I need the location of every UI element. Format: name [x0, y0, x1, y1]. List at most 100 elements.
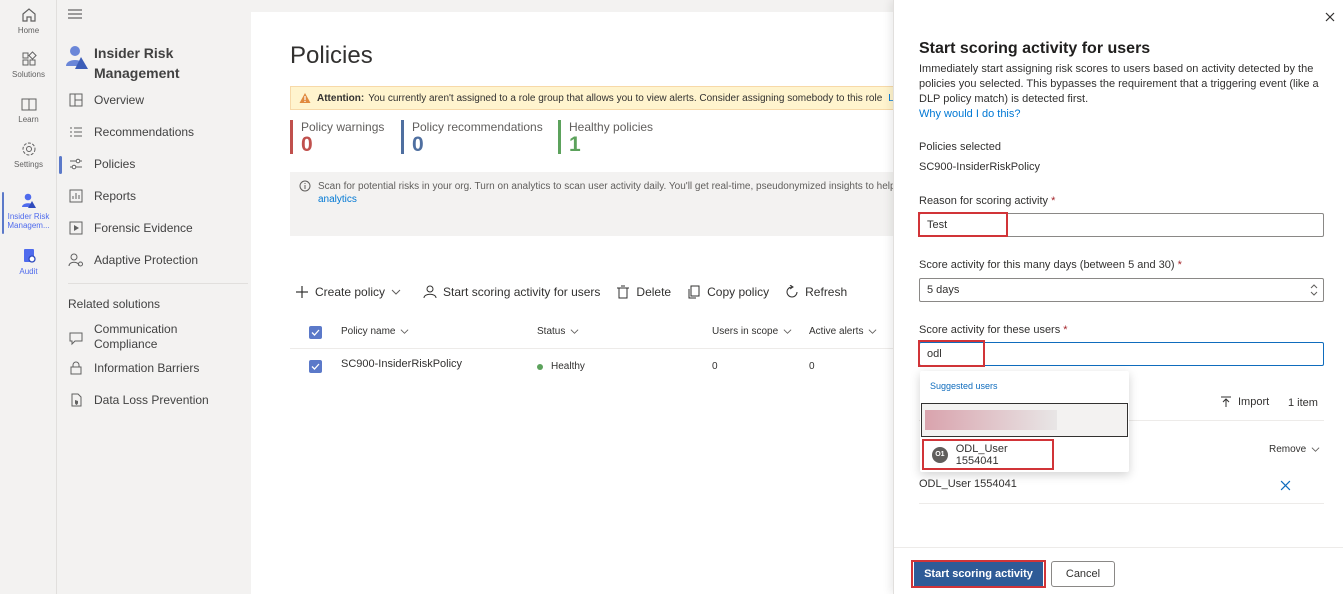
- nav-item-recommendations-label: Recommendations: [94, 125, 195, 139]
- days-label-text: Score activity for this many days (betwe…: [919, 259, 1175, 271]
- nav-item-communication-compliance[interactable]: Communication Compliance: [68, 322, 248, 352]
- nav-item-policies[interactable]: Policies: [59, 150, 248, 178]
- warning-icon: [299, 93, 311, 103]
- cancel-button[interactable]: Cancel: [1051, 561, 1115, 587]
- remove-user-icon[interactable]: [1280, 480, 1291, 491]
- column-policy-name[interactable]: Policy name: [341, 326, 409, 337]
- chevron-down-icon: [783, 329, 792, 334]
- list-icon: [70, 127, 82, 137]
- plus-icon: [296, 286, 308, 298]
- user-avatar: O1: [932, 446, 948, 463]
- column-active-alerts[interactable]: Active alerts: [809, 326, 877, 337]
- audit-icon: [23, 249, 36, 263]
- suggested-user-option[interactable]: O1 ODL_User 1554041: [922, 439, 1054, 470]
- kpi-healthy-policies[interactable]: Healthy policies 1: [558, 120, 654, 156]
- remove-button[interactable]: Remove: [1269, 444, 1320, 455]
- suggested-users-heading: Suggested users: [930, 381, 998, 391]
- start-scoring-activity-button[interactable]: Start scoring activity: [914, 562, 1043, 586]
- rail-insider-risk[interactable]: Insider Risk Managem...: [0, 192, 57, 230]
- main-content: Policies Attention: You currently aren't…: [251, 12, 910, 594]
- redacted-bar: [925, 410, 1057, 430]
- users-label: Score activity for these users *: [919, 324, 1068, 336]
- nav-item-overview-label: Overview: [94, 93, 145, 107]
- rail-settings[interactable]: Settings: [0, 140, 57, 169]
- rail-audit-label: Audit: [19, 267, 38, 276]
- upload-icon: [1221, 396, 1231, 407]
- nav-item-information-barriers[interactable]: Information Barriers: [68, 354, 248, 382]
- rail-home[interactable]: Home: [0, 6, 57, 35]
- column-users-in-scope[interactable]: Users in scope: [712, 326, 792, 337]
- play-icon: [69, 221, 83, 235]
- required-mark: *: [1177, 259, 1182, 271]
- column-status[interactable]: Status: [537, 326, 579, 337]
- nav-divider: [68, 283, 248, 284]
- row-policy-name[interactable]: SC900-InsiderRiskPolicy: [341, 358, 462, 370]
- rail-audit[interactable]: Audit: [0, 247, 57, 276]
- nav-item-data-loss-prevention[interactable]: Data Loss Prevention: [68, 386, 248, 414]
- overview-icon: [69, 93, 83, 107]
- kpi-healthy-policies-label: Healthy policies: [569, 120, 654, 134]
- nav-item-reports[interactable]: Reports: [68, 182, 248, 210]
- home-icon: [21, 8, 36, 22]
- start-scoring-panel: Start scoring activity for users Immedia…: [893, 0, 1343, 594]
- close-icon[interactable]: [1325, 12, 1335, 22]
- rail-learn[interactable]: Learn: [0, 95, 57, 124]
- chat-icon: [69, 332, 83, 346]
- kpi-policy-recommendations[interactable]: Policy recommendations 0: [401, 120, 543, 156]
- refresh-button[interactable]: Refresh: [785, 285, 847, 299]
- insider-risk-logo-icon: [66, 46, 88, 69]
- table-row[interactable]: SC900-InsiderRiskPolicy Healthy 0 0: [290, 349, 901, 385]
- nav-item-forensic-evidence[interactable]: Forensic Evidence: [68, 214, 248, 242]
- policies-table-header: Policy name Status Users in scope Active…: [290, 315, 901, 349]
- kpi-policy-warnings[interactable]: Policy warnings 0: [290, 120, 385, 156]
- suggested-users-dropdown: Suggested users O1 ODL_User 1554041: [920, 371, 1129, 472]
- stepper-arrows-icon[interactable]: [1310, 282, 1318, 298]
- nav-item-information-barriers-label: Information Barriers: [94, 361, 200, 375]
- book-icon: [21, 98, 36, 111]
- days-stepper[interactable]: 5 days: [919, 278, 1324, 302]
- required-mark: *: [1051, 195, 1056, 207]
- rail-solutions[interactable]: Solutions: [0, 50, 57, 79]
- left-rail: Home Solutions Learn Settings Insider Ri…: [0, 0, 57, 594]
- why-would-i-do-this-link[interactable]: Why would I do this?: [919, 108, 1021, 120]
- page-title: Policies: [290, 42, 373, 69]
- nav-item-data-loss-prevention-label: Data Loss Prevention: [94, 393, 209, 407]
- attention-banner: Attention: You currently aren't assigned…: [290, 86, 910, 110]
- nav-item-overview[interactable]: Overview: [68, 86, 248, 114]
- chevron-down-icon: [391, 289, 401, 295]
- import-button[interactable]: Import: [1220, 396, 1269, 408]
- select-all-checkbox[interactable]: [309, 326, 322, 339]
- row-status-label: Healthy: [551, 361, 585, 372]
- kpi-policy-recommendations-value: 0: [412, 133, 424, 156]
- grid-icon: [22, 51, 37, 66]
- gear-icon: [22, 142, 35, 156]
- delete-button[interactable]: Delete: [616, 285, 671, 299]
- users-input-highlight: [918, 340, 985, 367]
- refresh-label: Refresh: [805, 285, 848, 299]
- reason-label: Reason for scoring activity *: [919, 195, 1055, 207]
- suggested-user-redacted[interactable]: [921, 403, 1128, 437]
- users-label-text: Score activity for these users: [919, 324, 1061, 336]
- start-scoring-button[interactable]: Start scoring activity for users: [423, 285, 600, 299]
- row-checkbox[interactable]: [309, 360, 322, 373]
- chevron-down-icon: [869, 329, 877, 334]
- hamburger-icon[interactable]: [68, 9, 82, 19]
- copy-policy-button[interactable]: Copy policy: [687, 285, 769, 299]
- remove-label: Remove: [1269, 444, 1307, 455]
- rail-solutions-label: Solutions: [12, 70, 45, 79]
- create-policy-button[interactable]: Create policy: [295, 285, 407, 299]
- column-active-alerts-label: Active alerts: [809, 326, 864, 337]
- column-policy-name-label: Policy name: [341, 326, 396, 337]
- row-status: Healthy: [537, 361, 585, 372]
- solution-title-line2: Management: [94, 65, 180, 81]
- analytics-link[interactable]: analytics: [318, 193, 900, 206]
- info-icon: [299, 180, 311, 192]
- create-policy-label: Create policy: [315, 285, 386, 299]
- nav-item-recommendations[interactable]: Recommendations: [68, 118, 248, 146]
- panel-description: Immediately start assigning risk scores …: [919, 63, 1319, 105]
- row-users-in-scope: 0: [712, 361, 718, 372]
- kpi-policy-warnings-label: Policy warnings: [301, 120, 385, 134]
- panel-footer: Start scoring activity Cancel: [894, 547, 1343, 594]
- chart-icon: [69, 189, 83, 203]
- nav-item-adaptive-protection[interactable]: Adaptive Protection: [68, 246, 248, 274]
